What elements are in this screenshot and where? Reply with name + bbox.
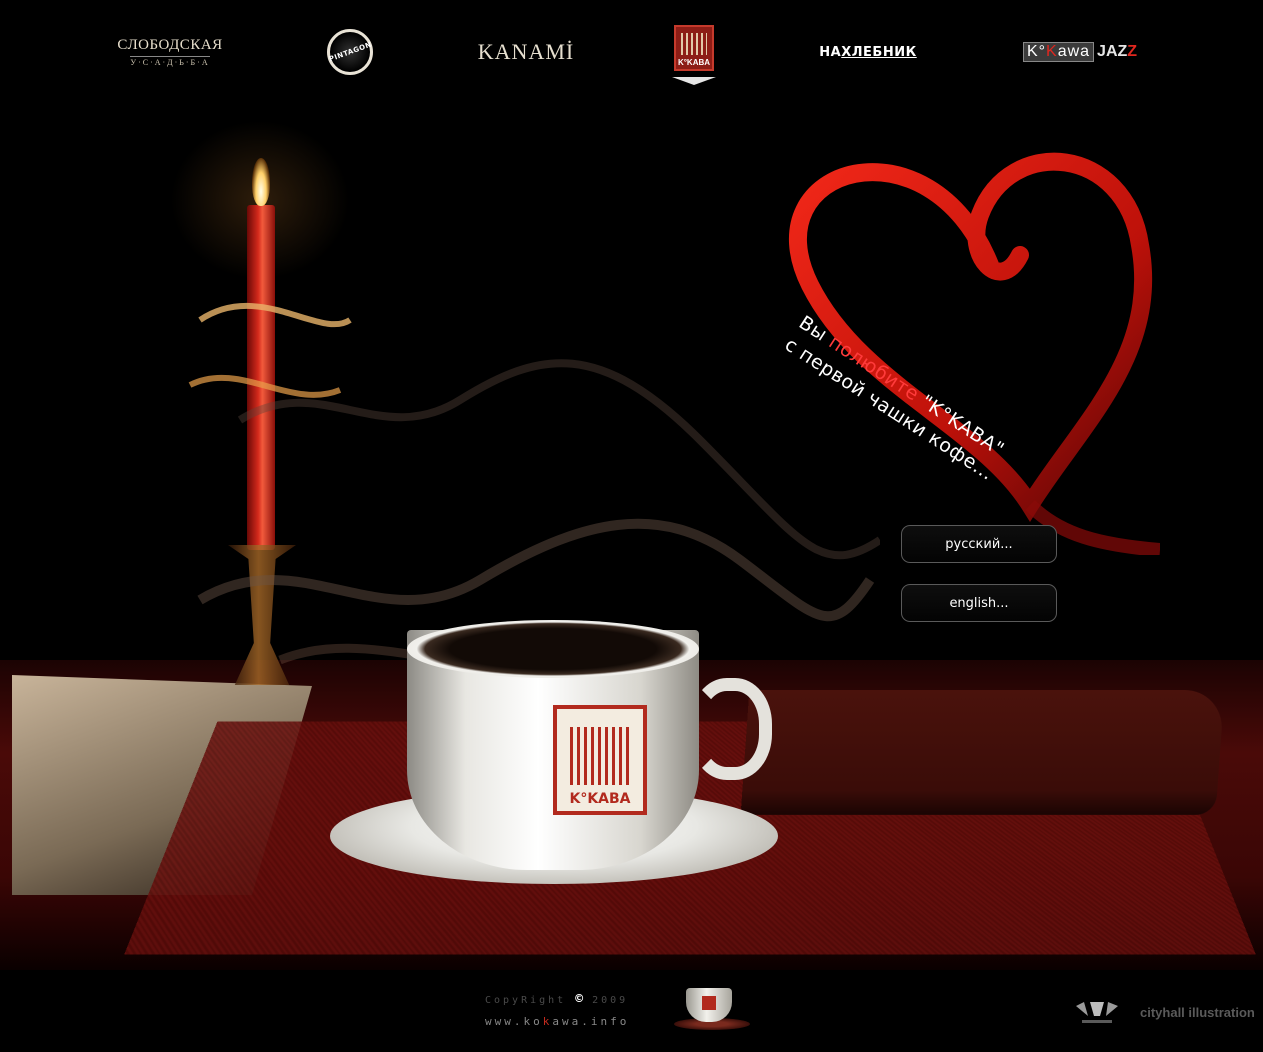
nahlebnik-label: НАХЛЕБНИК (819, 44, 917, 60)
hero-scene: Вы полюбите "K°KAВA" с первой чашки кофе… (0, 100, 1263, 970)
pintagon-emblem: PINTAGON (327, 29, 373, 75)
candle-flame-icon (252, 158, 270, 206)
nav-logo-nahlebnik[interactable]: НАХЛЕБНИК (819, 22, 917, 82)
slobodskaya-title: СЛОБОДСКАЯ (117, 37, 223, 53)
coffee-cup-handle (690, 678, 772, 780)
cup-brand-logo: K°KAВA (553, 705, 647, 815)
kokawa-label: K°Kawa (1022, 42, 1095, 62)
kokava-stamp-art (681, 33, 707, 55)
copyright-text: CopyRight © 2009 (485, 992, 629, 1007)
cityhall-logo-icon[interactable] (1074, 1000, 1120, 1030)
slobodskaya-subtitle: У·С·А·Д·Ь·Б·А (130, 56, 210, 67)
language-english-button[interactable]: english... (901, 584, 1057, 622)
nav-logo-slobodskaya[interactable]: СЛОБОДСКАЯ У·С·А·Д·Ь·Б·А (117, 22, 223, 82)
cityhall-credit-link[interactable]: cityhall illustration (1140, 1005, 1255, 1020)
kanami-label: KANAMİ (477, 39, 575, 64)
nav-logo-kanami[interactable]: KANAMİ (478, 22, 574, 82)
nav-logo-kokava[interactable]: K°KAВA (666, 22, 722, 88)
site-url-link[interactable]: www.kokawa.info (485, 1015, 629, 1028)
cup-logo-label: K°KAВA (569, 791, 631, 807)
coffee-cup-rim (407, 620, 699, 678)
kokava-stamp-logo: K°KAВA (674, 25, 714, 71)
jazz-label: JAZZ (1097, 43, 1138, 60)
pintagon-label: PINTAGON (327, 40, 373, 64)
kokava-label: K°KAВA (677, 58, 711, 67)
footer-cup-icon[interactable] (674, 982, 750, 1030)
active-indicator-icon (672, 77, 716, 85)
cup-logo-art (570, 727, 630, 785)
language-russian-button[interactable]: русский... (901, 525, 1057, 563)
menu-book-illustration (740, 690, 1225, 815)
top-navigation: СЛОБОДСКАЯ У·С·А·Д·Ь·Б·А PINTAGON KANAMİ… (0, 0, 1263, 100)
nav-logo-kokawajazz[interactable]: K°Kawa JAZZ (1018, 22, 1142, 82)
nav-logo-pintagon[interactable]: PINTAGON (320, 22, 380, 82)
footer: CopyRight © 2009 www.kokawa.info cityhal… (0, 970, 1263, 1052)
